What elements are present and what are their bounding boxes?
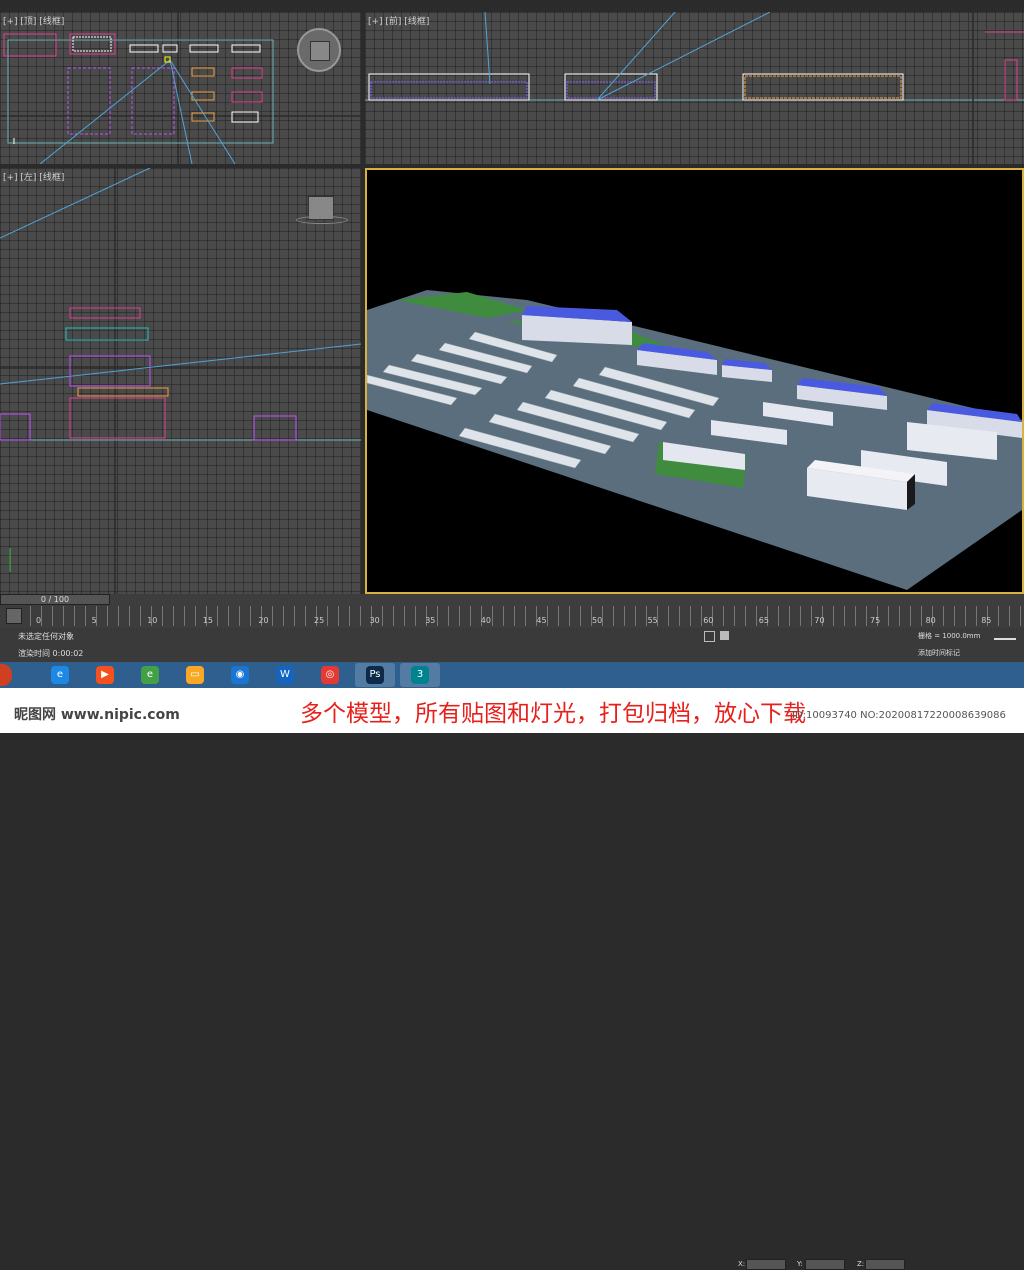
tick-label: 50 <box>592 616 603 625</box>
3d-render-scene <box>367 290 1022 590</box>
tick-label: 0 <box>36 616 42 625</box>
tick-label: 10 <box>147 616 158 625</box>
key-icon[interactable] <box>994 638 1016 648</box>
file-explorer-icon: ▭ <box>186 666 204 684</box>
status-bar: 未选定任何对象 渲染时间 0:00:02 X: Y: Z: 栅格 = 1000.… <box>0 628 1024 1270</box>
add-time-tag[interactable]: 添加时间标记 <box>918 648 960 658</box>
front-wireframe <box>365 12 1024 164</box>
windows-taskbar: e ▶ e ▭ ◉ W ◎ Ps 3 <box>0 662 1024 688</box>
ie-taskbar-button[interactable]: e <box>40 663 80 687</box>
viewcube-icon[interactable] <box>297 28 341 72</box>
3dsmax-icon: 3 <box>411 666 429 684</box>
360-browser-taskbar-button[interactable]: e <box>130 663 170 687</box>
media-player-taskbar-button[interactable]: ▶ <box>85 663 125 687</box>
left-viewport-label[interactable]: [+] [左] [线框] <box>3 170 64 183</box>
y-coord-field[interactable] <box>805 1259 845 1270</box>
file-explorer-taskbar-button[interactable]: ▭ <box>175 663 215 687</box>
tick-label: 40 <box>480 616 491 625</box>
z-coord-field[interactable] <box>865 1259 905 1270</box>
x-label: X: <box>738 1260 746 1268</box>
tick-label: 85 <box>981 616 992 625</box>
tick-label: 55 <box>647 616 658 625</box>
render-time: 渲染时间 0:00:02 <box>18 649 84 658</box>
chrome-icon: ◎ <box>321 666 339 684</box>
security-taskbar-button[interactable]: ◉ <box>220 663 260 687</box>
selection-status: 未选定任何对象 <box>18 632 74 641</box>
360-browser-icon: e <box>141 666 159 684</box>
viewcube-ring <box>296 216 348 224</box>
time-config-icon[interactable] <box>6 608 22 624</box>
left-wireframe <box>0 168 361 594</box>
perspective-viewport[interactable] <box>365 168 1024 594</box>
tick-label: 5 <box>91 616 97 625</box>
front-viewport-label[interactable]: [+] [前] [线框] <box>368 14 429 27</box>
tick-label: 65 <box>758 616 769 625</box>
photoshop-taskbar-button[interactable]: Ps <box>355 663 395 687</box>
3dsmax-taskbar-button[interactable]: 3 <box>400 663 440 687</box>
y-label: Y: <box>797 1260 803 1268</box>
selection-mode-icon[interactable] <box>720 631 729 640</box>
top-viewport-label[interactable]: [+] [顶] [线框] <box>3 14 64 27</box>
front-viewport[interactable]: [+] [前] [线框] <box>365 12 1024 164</box>
chrome-taskbar-button[interactable]: ◎ <box>310 663 350 687</box>
site-logo: 昵图网 www.nipic.com <box>14 707 180 723</box>
security-icon: ◉ <box>231 666 249 684</box>
tick-label: 75 <box>870 616 881 625</box>
z-label: Z: <box>857 1260 865 1268</box>
watermark-bar: 昵图网 www.nipic.com 多个模型，所有贴图和灯光，打包归档，放心下载… <box>0 688 1024 733</box>
top-viewport[interactable]: [+] [顶] [线框] <box>0 12 361 164</box>
timeline[interactable]: 0 / 100 0 5 10 15 20 25 30 35 40 45 50 55 60 65 70 75 80… <box>0 594 1024 628</box>
tick-label: 70 <box>814 616 825 625</box>
tick-label: 45 <box>536 616 547 625</box>
photoshop-icon: Ps <box>366 666 384 684</box>
tick-label: 35 <box>425 616 436 625</box>
tick-label: 20 <box>258 616 269 625</box>
tick-label: 15 <box>202 616 213 625</box>
image-id: ID:10093740 NO:20200817220008639086 <box>792 710 1006 721</box>
start-button[interactable] <box>0 664 12 686</box>
tick-label: 80 <box>925 616 936 625</box>
tick-label: 30 <box>369 616 380 625</box>
left-viewport[interactable]: [+] [左] [线框] <box>0 168 361 594</box>
grid-size: 栅格 = 1000.0mm <box>918 632 981 640</box>
tick-label: 25 <box>314 616 325 625</box>
x-coord-field[interactable] <box>746 1259 786 1270</box>
tick-label: 60 <box>703 616 714 625</box>
wps-taskbar-button[interactable]: W <box>265 663 305 687</box>
media-player-icon: ▶ <box>96 666 114 684</box>
ie-icon: e <box>51 666 69 684</box>
time-slider[interactable]: 0 / 100 <box>0 594 110 605</box>
lock-icon[interactable] <box>704 631 715 642</box>
wps-icon: W <box>276 666 294 684</box>
promo-caption: 多个模型，所有贴图和灯光，打包归档，放心下载 <box>300 701 806 727</box>
